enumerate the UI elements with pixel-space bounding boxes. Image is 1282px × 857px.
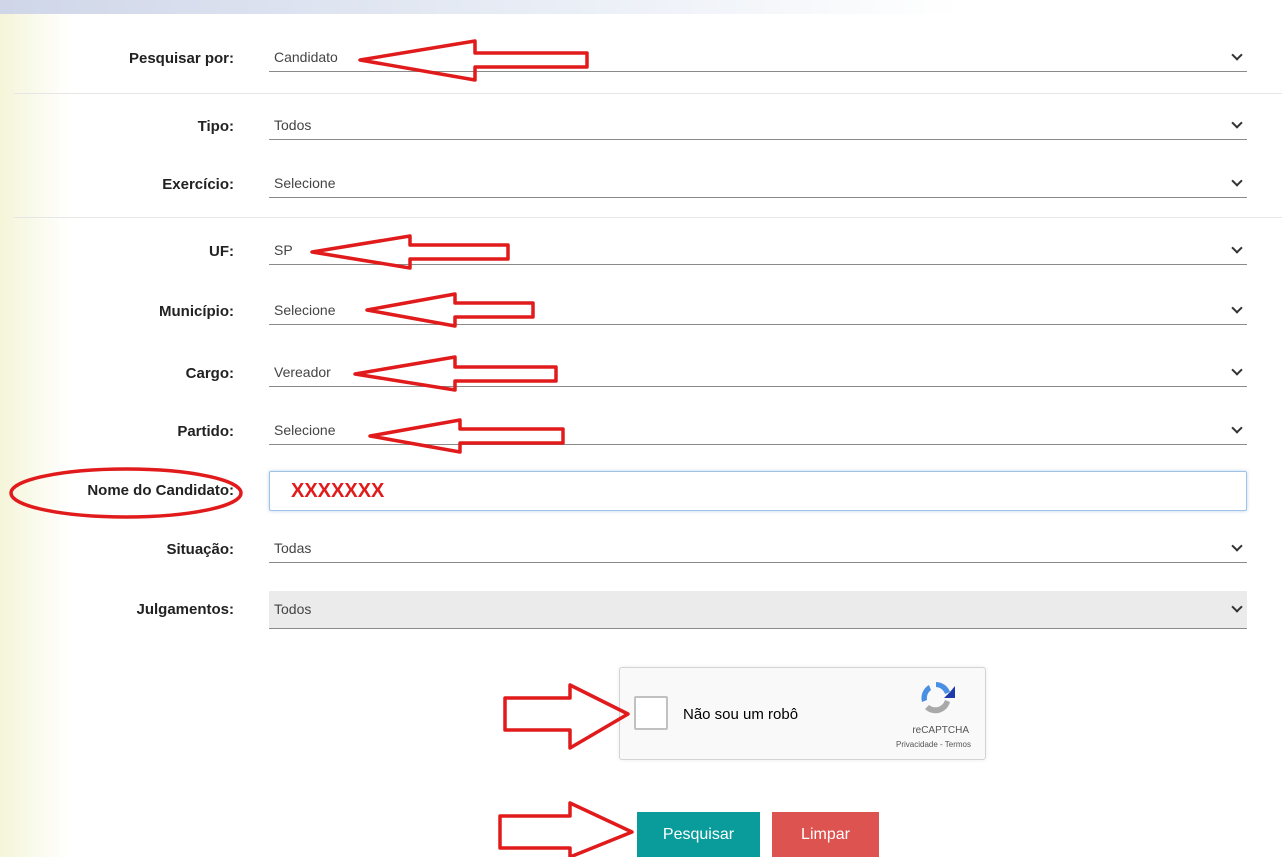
chevron-down-icon [1231,601,1243,613]
tipo-value: Todos [274,117,312,133]
municipio-select[interactable]: Selecione [269,299,1247,325]
section-divider [14,217,1282,218]
recaptcha-checkbox[interactable] [634,696,668,730]
uf-value: SP [274,242,293,258]
julgamentos-label: Julgamentos: [136,601,234,618]
background-tint [0,0,70,857]
nome-candidato-input[interactable] [269,471,1247,511]
partido-select[interactable]: Selecione [269,419,1247,445]
arrow-recaptcha-icon [503,683,630,750]
arrow-pesquisar-icon [498,801,634,857]
pesquisar-por-select[interactable]: Candidato [269,46,1247,72]
partido-label: Partido: [177,423,234,440]
recaptcha-brand: reCAPTCHA [912,725,969,736]
exercicio-value: Selecione [274,175,336,191]
cargo-label: Cargo: [185,365,234,382]
nome-candidato-label: Nome do Candidato: [87,482,234,499]
chevron-down-icon [1231,175,1243,187]
chevron-down-icon [1231,117,1243,129]
julgamentos-select[interactable]: Todos [269,591,1247,629]
chevron-down-icon [1231,49,1243,61]
municipio-value: Selecione [274,302,336,318]
cargo-value: Vereador [274,364,331,380]
situacao-value: Todas [274,540,312,556]
situacao-label: Situação: [166,541,234,558]
chevron-down-icon [1231,302,1243,314]
chevron-down-icon [1231,242,1243,254]
tipo-label: Tipo: [197,118,234,135]
municipio-label: Município: [159,303,234,320]
recaptcha-widget: Não sou um robô reCAPTCHA Privacidade - … [619,667,986,760]
julgamentos-value: Todos [274,601,312,617]
pesquisar-por-label: Pesquisar por: [128,50,234,67]
recaptcha-links[interactable]: Privacidade - Termos [896,740,971,749]
recaptcha-label: Não sou um robô [683,706,799,723]
section-divider [14,93,1282,94]
chevron-down-icon [1231,422,1243,434]
exercicio-select[interactable]: Selecione [269,172,1247,198]
uf-select[interactable]: SP [269,239,1247,265]
partido-value: Selecione [274,422,336,438]
pesquisar-button[interactable]: Pesquisar [637,812,760,857]
situacao-select[interactable]: Todas [269,537,1247,563]
recaptcha-logo-icon [921,682,955,714]
chevron-down-icon [1231,540,1243,552]
exercicio-label: Exercício: [162,176,234,193]
background-banner [0,0,1282,14]
chevron-down-icon [1231,364,1243,376]
limpar-button[interactable]: Limpar [772,812,879,857]
pesquisar-por-value: Candidato [274,49,338,65]
uf-label: UF: [209,243,234,260]
tipo-select[interactable]: Todos [269,114,1247,140]
cargo-select[interactable]: Vereador [269,361,1247,387]
